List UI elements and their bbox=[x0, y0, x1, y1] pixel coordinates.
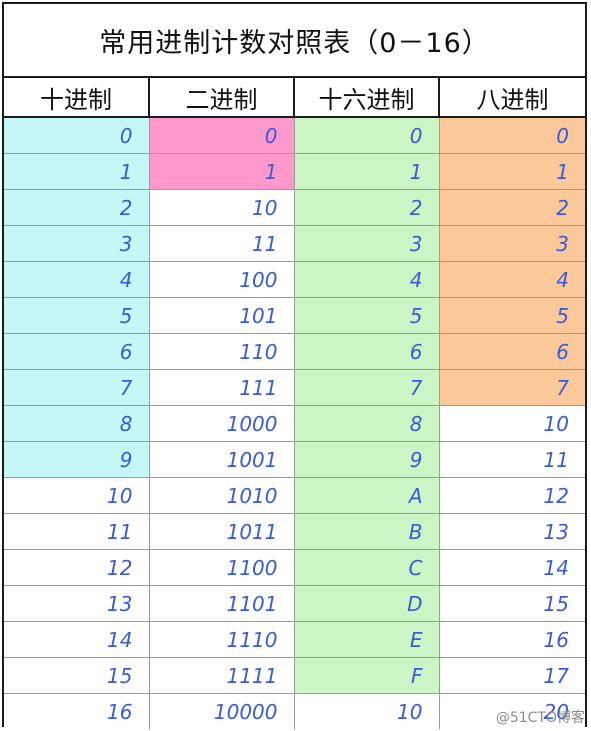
decimal-cell: 11 bbox=[4, 513, 150, 550]
decimal-cell: 8 bbox=[4, 405, 150, 442]
binary-cell: 100 bbox=[149, 261, 295, 298]
table-row: 8 1000 8 10 bbox=[4, 405, 585, 442]
hexadecimal-cell: 7 bbox=[294, 369, 440, 406]
decimal-cell: 1 bbox=[4, 153, 150, 190]
hexadecimal-cell: 9 bbox=[294, 441, 440, 478]
binary-cell: 110 bbox=[149, 333, 295, 370]
decimal-cell: 12 bbox=[4, 549, 150, 586]
hexadecimal-cell: B bbox=[294, 513, 440, 550]
hexadecimal-cell: C bbox=[294, 549, 440, 586]
octal-cell: 4 bbox=[439, 261, 585, 298]
binary-cell: 0 bbox=[149, 117, 295, 154]
table-row: 9 1001 9 11 bbox=[4, 441, 585, 478]
octal-cell: 6 bbox=[439, 333, 585, 370]
hexadecimal-cell: F bbox=[294, 657, 440, 694]
watermark: @51CTO博客 bbox=[495, 710, 585, 726]
octal-cell: 16 bbox=[439, 621, 585, 658]
binary-cell: 1100 bbox=[149, 549, 295, 586]
decimal-cell: 13 bbox=[4, 585, 150, 622]
table-row: 13 1101 D 15 bbox=[4, 585, 585, 622]
table-row: 6 110 6 6 bbox=[4, 333, 585, 370]
binary-cell: 101 bbox=[149, 297, 295, 334]
hexadecimal-cell: 1 bbox=[294, 153, 440, 190]
hexadecimal-cell: 3 bbox=[294, 225, 440, 262]
decimal-cell: 7 bbox=[4, 369, 150, 406]
decimal-cell: 14 bbox=[4, 621, 150, 658]
binary-cell: 1110 bbox=[149, 621, 295, 658]
octal-cell: 5 bbox=[439, 297, 585, 334]
header-hexadecimal: 十六进制 bbox=[294, 78, 440, 118]
octal-cell: 15 bbox=[439, 585, 585, 622]
octal-cell: 2 bbox=[439, 189, 585, 226]
binary-cell: 1111 bbox=[149, 657, 295, 694]
decimal-cell: 16 bbox=[4, 693, 150, 729]
table-row: 5 101 5 5 bbox=[4, 297, 585, 334]
octal-cell: 3 bbox=[439, 225, 585, 262]
header-decimal: 十进制 bbox=[4, 78, 150, 118]
table-row: 3 11 3 3 bbox=[4, 225, 585, 262]
octal-cell: 1 bbox=[439, 153, 585, 190]
octal-cell: 11 bbox=[439, 441, 585, 478]
octal-cell: 10 bbox=[439, 405, 585, 442]
decimal-cell: 2 bbox=[4, 189, 150, 226]
hexadecimal-cell: 5 bbox=[294, 297, 440, 334]
octal-cell: 14 bbox=[439, 549, 585, 586]
table-row: 2 10 2 2 bbox=[4, 189, 585, 226]
binary-cell: 111 bbox=[149, 369, 295, 406]
decimal-cell: 3 bbox=[4, 225, 150, 262]
decimal-cell: 0 bbox=[4, 117, 150, 154]
decimal-cell: 10 bbox=[4, 477, 150, 514]
binary-cell: 1010 bbox=[149, 477, 295, 514]
hexadecimal-cell: 4 bbox=[294, 261, 440, 298]
hexadecimal-cell: 0 bbox=[294, 117, 440, 154]
table-row: 1111 bbox=[4, 153, 585, 190]
binary-cell: 1101 bbox=[149, 585, 295, 622]
decimal-cell: 5 bbox=[4, 297, 150, 334]
hexadecimal-cell: D bbox=[294, 585, 440, 622]
decimal-cell: 6 bbox=[4, 333, 150, 370]
octal-cell: 13 bbox=[439, 513, 585, 550]
hexadecimal-cell: A bbox=[294, 477, 440, 514]
table-row: 12 1100 C 14 bbox=[4, 549, 585, 586]
octal-cell: 0 bbox=[439, 117, 585, 154]
decimal-cell: 4 bbox=[4, 261, 150, 298]
binary-cell: 1 bbox=[149, 153, 295, 190]
octal-cell: 12 bbox=[439, 477, 585, 514]
binary-cell: 11 bbox=[149, 225, 295, 262]
table-row: 14 1110 E 16 bbox=[4, 621, 585, 658]
decimal-cell: 9 bbox=[4, 441, 150, 478]
header-octal: 八进制 bbox=[439, 78, 585, 118]
header-binary: 二进制 bbox=[149, 78, 295, 118]
table-row: 0000 bbox=[4, 117, 585, 154]
binary-cell: 1011 bbox=[149, 513, 295, 550]
table-row: 10 1010 A 12 bbox=[4, 477, 585, 514]
table-row: 11 1011 B 13 bbox=[4, 513, 585, 550]
table-body: 0 0 0 0 1 1 1 1 2 10 2 2 3 11 3 3 4 100 4 4 5 101 5 5 6 110 6 6 7 111… bbox=[4, 117, 585, 729]
table-row: 4 100 4 4 bbox=[4, 261, 585, 298]
table-title: 常用进制计数对照表（0－16） bbox=[4, 4, 585, 78]
table-row: 7 111 7 7 bbox=[4, 369, 585, 406]
binary-cell: 1000 bbox=[149, 405, 295, 442]
hexadecimal-cell: 8 bbox=[294, 405, 440, 442]
table-row: 15 1111 F 17 bbox=[4, 657, 585, 694]
hexadecimal-cell: 2 bbox=[294, 189, 440, 226]
octal-cell: 17 bbox=[439, 657, 585, 694]
header-row: 十进制 二进制 十六进制 八进制 bbox=[4, 78, 585, 118]
decimal-cell: 15 bbox=[4, 657, 150, 694]
octal-cell: 7 bbox=[439, 369, 585, 406]
base-conversion-table: 十进制 二进制 十六进制 八进制 0 0 0 0 1 1 1 1 2 10 2 2 3 11 3 3 4 100 4… bbox=[4, 78, 585, 729]
binary-cell: 10 bbox=[149, 189, 295, 226]
binary-cell: 10000 bbox=[149, 693, 295, 729]
binary-cell: 1001 bbox=[149, 441, 295, 478]
hexadecimal-cell: E bbox=[294, 621, 440, 658]
hexadecimal-cell: 10 bbox=[294, 693, 440, 729]
conversion-table-frame: 常用进制计数对照表（0－16） 十进制 二进制 十六进制 八进制 0000111… bbox=[2, 2, 587, 729]
hexadecimal-cell: 6 bbox=[294, 333, 440, 370]
